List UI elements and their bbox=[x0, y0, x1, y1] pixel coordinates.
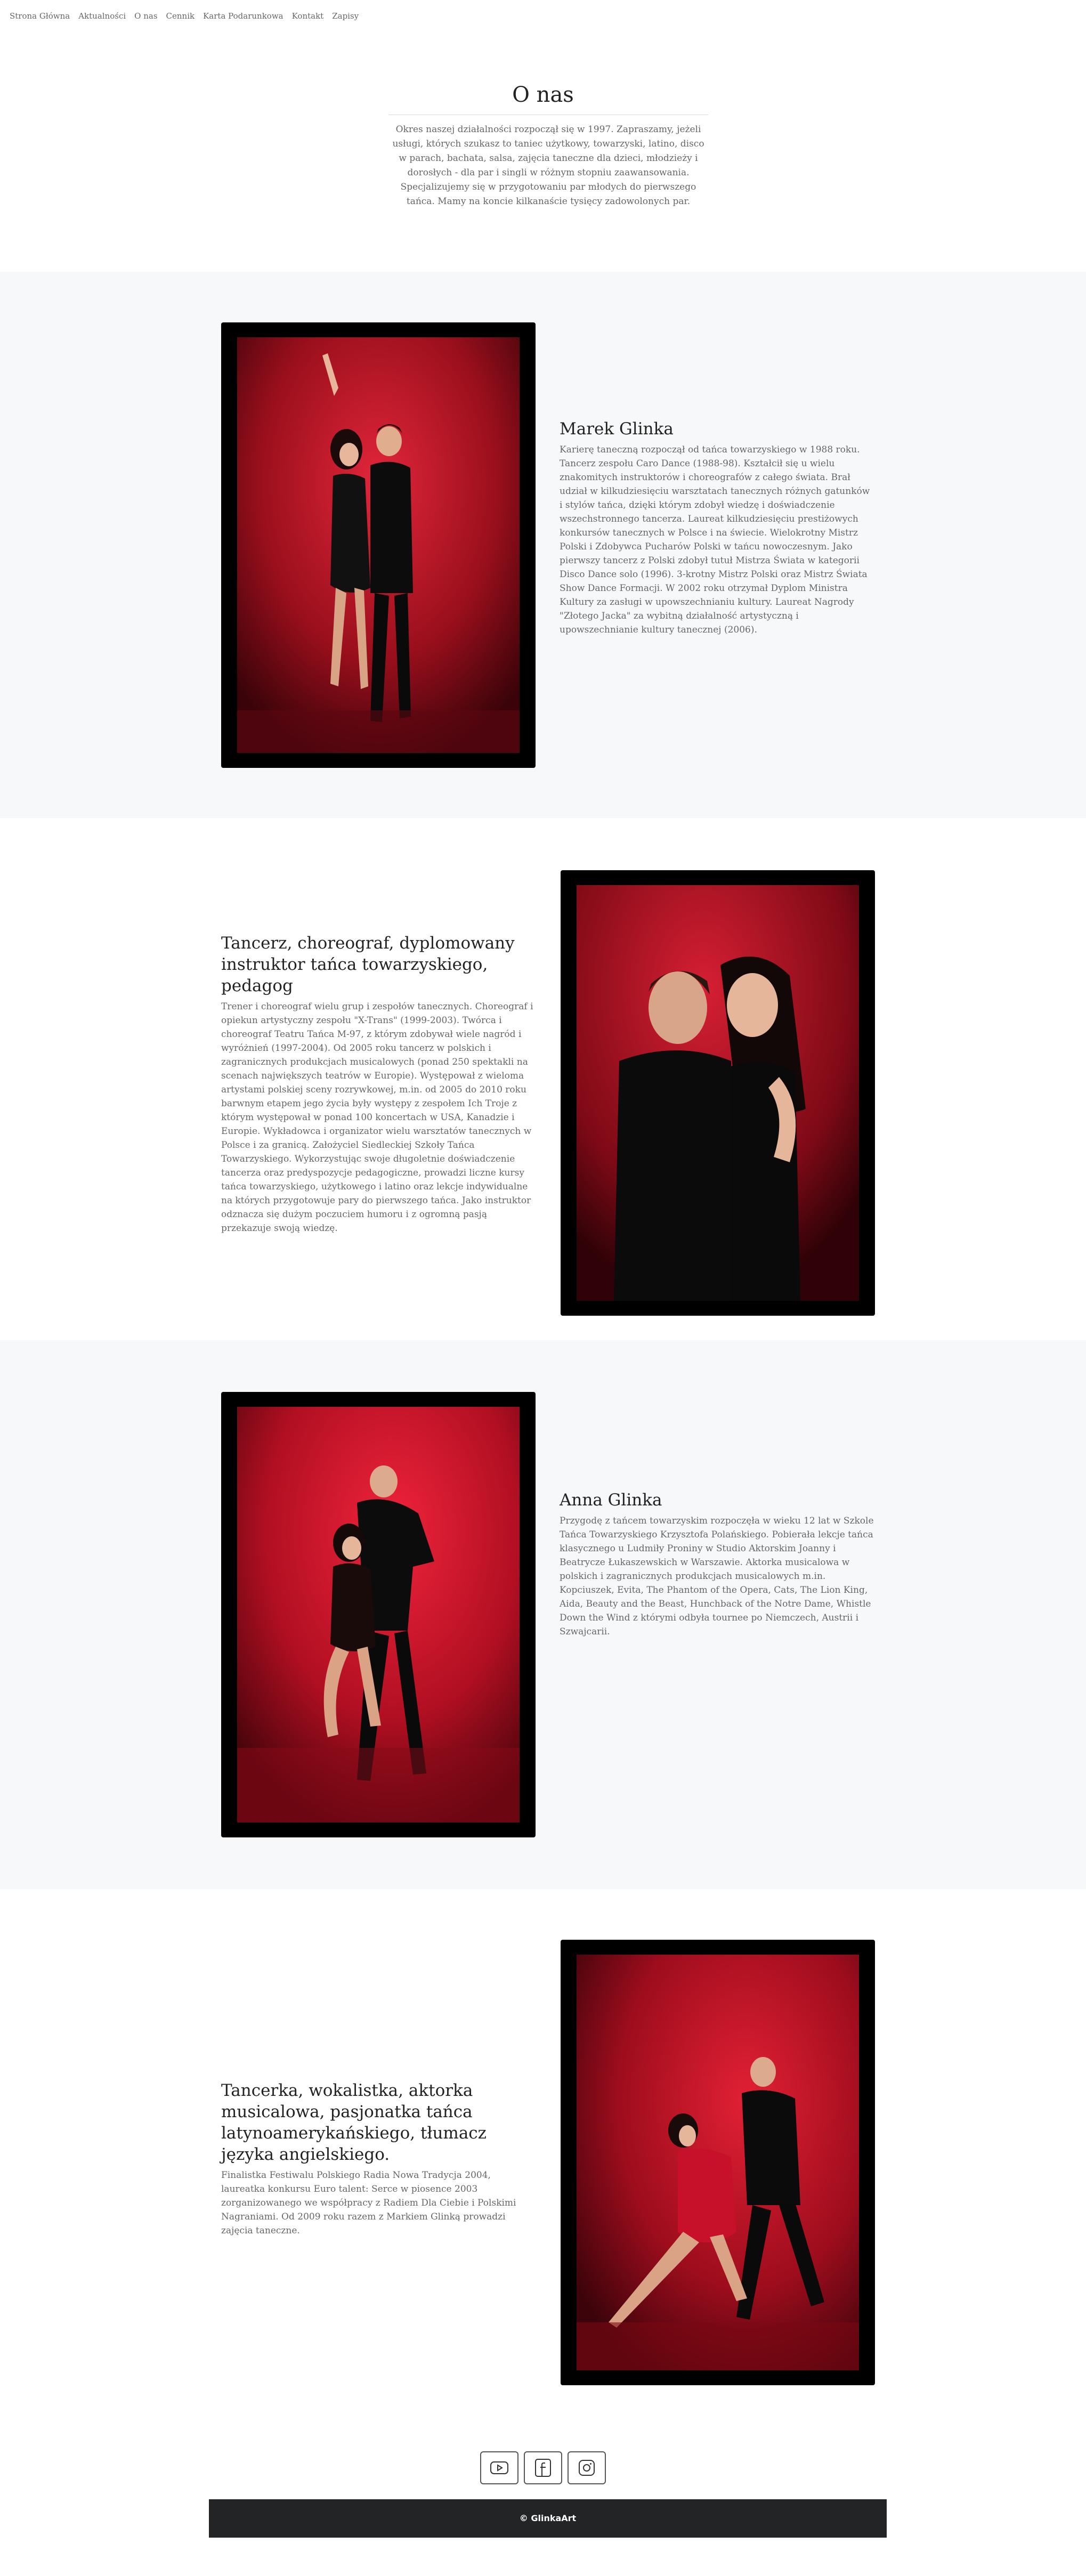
youtube-icon bbox=[490, 2461, 508, 2474]
nav-signup[interactable]: Zapisy bbox=[332, 11, 359, 21]
section-marek: Marek Glinka Karierę taneczną rozpoczął … bbox=[0, 272, 1086, 818]
section-anna-profession: Tancerka, wokalistka, aktorka musicalowa… bbox=[0, 1889, 1086, 2446]
facebook-button[interactable] bbox=[524, 2451, 562, 2484]
nav-news[interactable]: Aktualności bbox=[78, 11, 126, 21]
section-text: Przygodę z tańcem towarzyskim rozpoczęła… bbox=[560, 1516, 874, 1637]
dancers-image bbox=[237, 1407, 520, 1822]
dancers-image bbox=[237, 337, 520, 753]
section-heading: Tancerz, choreograf, dyplomowany instruk… bbox=[221, 934, 515, 995]
instagram-button[interactable] bbox=[568, 2451, 606, 2484]
section-heading: Marek Glinka bbox=[560, 419, 674, 439]
photo-frame bbox=[561, 870, 875, 1316]
instagram-icon bbox=[579, 2460, 595, 2476]
dancer-couple-photo bbox=[237, 337, 520, 753]
nav-about[interactable]: O nas bbox=[134, 11, 157, 21]
about-section: O nas Okres naszej działalności rozpoczą… bbox=[0, 32, 1086, 272]
bio-marek-details: Tancerz, choreograf, dyplomowany instruk… bbox=[221, 933, 536, 1235]
section-anna: Anna Glinka Przygodę z tańcem towarzyski… bbox=[0, 1340, 1086, 1889]
footer-copyright: © GlinkaArt bbox=[519, 2513, 577, 2523]
section-marek-profession: Tancerz, choreograf, dyplomowany instruk… bbox=[0, 818, 1086, 1340]
social-links bbox=[0, 2451, 1086, 2486]
youtube-button[interactable] bbox=[480, 2451, 518, 2484]
top-navigation: Strona Główna Aktualności O nas Cennik K… bbox=[0, 0, 1086, 32]
dancer-couple-photo bbox=[237, 1407, 520, 1822]
photo-frame bbox=[561, 1940, 875, 2385]
nav-pricing[interactable]: Cennik bbox=[166, 11, 195, 21]
about-title: O nas bbox=[512, 83, 574, 107]
section-text: Finalistka Festiwalu Polskiego Radia Now… bbox=[221, 2170, 516, 2236]
footer: © GlinkaArt bbox=[209, 2499, 887, 2538]
dancers-image bbox=[577, 885, 859, 1301]
section-heading: Tancerka, wokalistka, aktorka musicalowa… bbox=[221, 2081, 487, 2164]
about-text: Okres naszej działalności rozpoczął się … bbox=[392, 124, 704, 207]
nav-contact[interactable]: Kontakt bbox=[292, 11, 324, 21]
facebook-icon bbox=[535, 2459, 551, 2477]
nav-gift-card[interactable]: Karta Podarunkowa bbox=[203, 11, 283, 21]
section-text: Trener i choreograf wielu grup i zespołó… bbox=[221, 1001, 533, 1234]
dancers-image bbox=[577, 1955, 859, 2370]
bio-anna: Anna Glinka Przygodę z tańcem towarzyski… bbox=[560, 1489, 874, 1639]
section-heading: Anna Glinka bbox=[560, 1490, 662, 1510]
section-text: Karierę taneczną rozpoczął od tańca towa… bbox=[560, 444, 870, 635]
bio-anna-details: Tancerka, wokalistka, aktorka musicalowa… bbox=[221, 2080, 536, 2238]
photo-frame bbox=[221, 1392, 536, 1837]
dancer-couple-photo bbox=[577, 885, 859, 1301]
dancer-couple-photo bbox=[577, 1955, 859, 2370]
nav-home[interactable]: Strona Główna bbox=[10, 11, 70, 21]
bio-marek: Marek Glinka Karierę taneczną rozpoczął … bbox=[560, 418, 874, 637]
photo-frame bbox=[221, 322, 536, 768]
